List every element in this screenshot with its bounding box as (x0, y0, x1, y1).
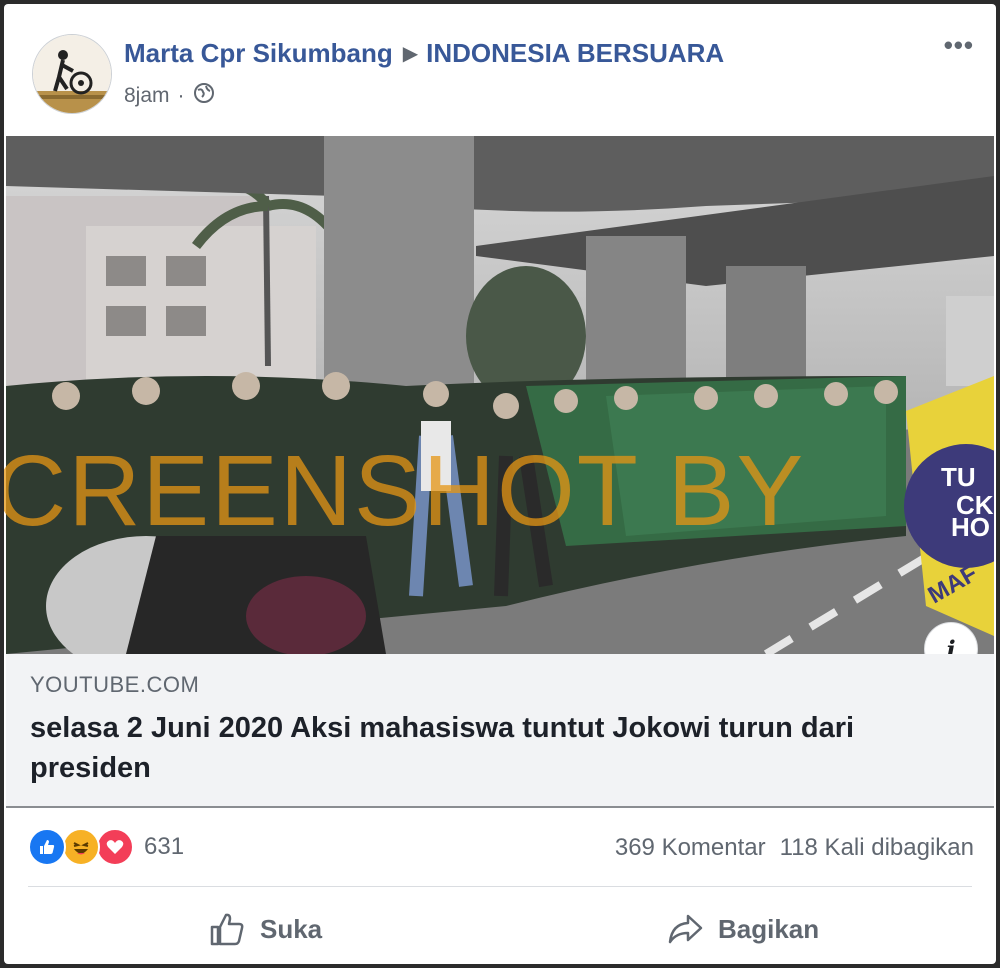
haha-icon (62, 828, 100, 866)
caret-right-icon: ▶ (402, 43, 419, 65)
video-thumbnail[interactable]: TU CK HO MAF (6, 136, 994, 654)
reaction-summary[interactable]: 631 (28, 828, 184, 866)
reaction-count[interactable]: 631 (144, 833, 184, 861)
share-icon (668, 914, 703, 944)
banner-text-3: HO (951, 512, 990, 542)
like-button[interactable]: Suka (208, 910, 322, 948)
share-label: Bagikan (718, 913, 820, 944)
banner-text-1: TU (941, 462, 976, 492)
link-preview[interactable]: YOUTUBE.COM selasa 2 Juni 2020 Aksi maha… (6, 654, 994, 808)
link-domain: YOUTUBE.COM (30, 672, 200, 697)
actions-divider (28, 886, 972, 887)
author-name-link[interactable]: Marta Cpr Sikumbang (124, 38, 393, 69)
post-timestamp[interactable]: 8jam (124, 84, 170, 108)
love-icon (96, 828, 134, 866)
shares-count-link[interactable]: 118 Kali dibagikan (780, 834, 974, 862)
meta-separator: · (177, 84, 185, 107)
screenshot-watermark: CREENSHOT BY (4, 435, 806, 547)
more-options-button[interactable]: ••• (944, 30, 974, 61)
post-meta: 8jam · (124, 82, 215, 110)
protest-scene-image: TU CK HO MAF (6, 136, 994, 654)
comments-count-link[interactable]: 369 Komentar (615, 834, 766, 862)
thumbs-up-icon (210, 913, 244, 946)
facebook-post: Marta Cpr Sikumbang ▶ INDONESIA BERSUARA… (4, 4, 996, 964)
post-header-title: Marta Cpr Sikumbang ▶ INDONESIA BERSUARA (124, 38, 724, 69)
link-title[interactable]: selasa 2 Juni 2020 Aksi mahasiswa tuntut… (30, 708, 960, 788)
avatar[interactable] (32, 34, 112, 114)
group-name-link[interactable]: INDONESIA BERSUARA (426, 38, 724, 69)
post-stats: 369 Komentar 118 Kali dibagikan (615, 834, 974, 862)
globe-icon[interactable] (193, 82, 215, 110)
share-button[interactable]: Bagikan (666, 910, 819, 948)
like-label: Suka (260, 913, 323, 944)
like-icon (28, 828, 66, 866)
